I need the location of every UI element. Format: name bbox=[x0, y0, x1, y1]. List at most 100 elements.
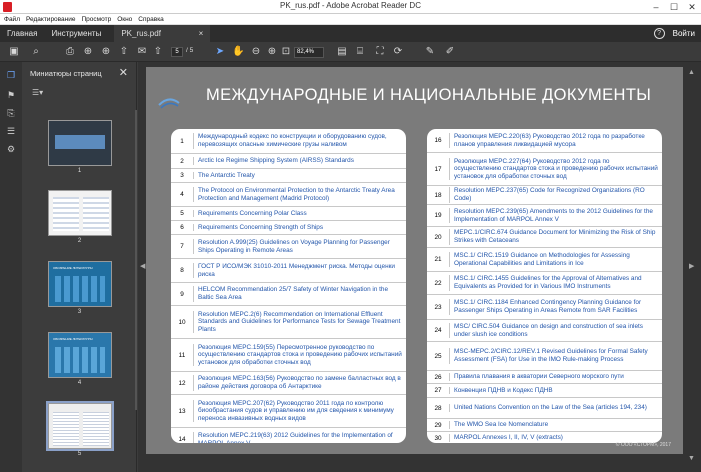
document-link[interactable]: MSC.1/ CIRC.1184 Enhanced Contingency Pl… bbox=[449, 299, 662, 315]
document-link[interactable]: MSC.1/ CIRC.1455 Guidelines for the Appr… bbox=[449, 275, 662, 291]
maximize-button[interactable]: ☐ bbox=[665, 0, 683, 14]
panel-close-icon[interactable]: ✕ bbox=[119, 66, 128, 79]
collapse-right-arrow-icon[interactable]: ▶ bbox=[689, 262, 694, 270]
document-row: 10 Resolution MEPC.2(6) Recommendation on… bbox=[171, 306, 406, 339]
document-link[interactable]: Resolution A.999(25) Guidelines on Voyag… bbox=[193, 238, 406, 255]
comment-icon[interactable]: ✎ bbox=[424, 46, 436, 58]
tab-close-icon[interactable]: × bbox=[199, 25, 204, 42]
next-page-icon[interactable]: ⊕ bbox=[100, 46, 112, 58]
document-link[interactable]: Резолюция MEPC.227(64) Руководство 2012 … bbox=[449, 157, 662, 181]
search-icon[interactable]: ⌕ bbox=[30, 46, 42, 58]
document-link[interactable]: The Antarctic Treaty bbox=[193, 171, 406, 180]
menu-edit[interactable]: Редактирование bbox=[26, 14, 76, 24]
document-link[interactable]: Конвенция ПДНВ и Кодекс ПДНВ bbox=[449, 386, 662, 395]
thumbnail-page-4[interactable]: ОБОЗРЕНИЕ ЛИТЕРАТУРЫ bbox=[48, 332, 112, 378]
document-link[interactable]: United Nations Convention on the Law of … bbox=[449, 404, 662, 412]
document-link[interactable]: MEPC.1/CIRC.674 Guidance Document for Mi… bbox=[449, 229, 662, 245]
prev-page-icon[interactable]: ⊕ bbox=[82, 46, 94, 58]
panel-title: Миниатюры страниц bbox=[30, 69, 102, 78]
scroll-down-arrow-icon[interactable]: ▼ bbox=[688, 455, 695, 462]
thumb-graphic bbox=[53, 197, 79, 231]
page-thumbnails-icon[interactable]: ❐ bbox=[6, 70, 16, 80]
document-link[interactable]: MARPOL Annexes I, II, IV, V (extracts) bbox=[449, 434, 662, 442]
close-window-button[interactable]: ✕ bbox=[683, 0, 701, 14]
document-row: 27 Конвенция ПДНВ и Кодекс ПДНВ bbox=[427, 384, 662, 398]
document-row: 1 Международный кодекс по конструкции и о… bbox=[171, 129, 406, 154]
structure-icon[interactable]: ⚙ bbox=[6, 144, 16, 154]
scroll-up-arrow-icon[interactable]: ▲ bbox=[688, 69, 695, 76]
document-link[interactable]: Requirements Concerning Polar Class bbox=[193, 209, 406, 218]
document-row: 23 MSC.1/ CIRC.1184 Enhanced Contingency … bbox=[427, 295, 662, 320]
thumbnail-page-1[interactable] bbox=[48, 120, 112, 166]
rotate-icon[interactable]: ⟳ bbox=[392, 46, 404, 58]
thumb-graphic bbox=[53, 412, 79, 446]
row-number: 9 bbox=[180, 290, 184, 298]
row-number: 27 bbox=[434, 387, 442, 394]
document-row: 14 Resolution MEPC.219(63) 2012 Guideline… bbox=[171, 428, 406, 443]
document-link[interactable]: MSC.1/ CIRC.1519 Guidance on Methodologi… bbox=[449, 251, 662, 268]
fit-page-icon[interactable]: ⊡ bbox=[280, 46, 292, 58]
document-link[interactable]: Правила плавания в акватории Северного м… bbox=[449, 373, 662, 381]
hand-tool-icon[interactable]: ✋ bbox=[232, 46, 244, 58]
document-link[interactable]: Резолюция MEPC.220(63) Руководство 2012 … bbox=[449, 132, 662, 149]
help-icon[interactable]: ? bbox=[653, 28, 665, 39]
full-screen-icon[interactable]: ⛶ bbox=[374, 46, 386, 58]
fit-width-icon[interactable]: ▤ bbox=[336, 46, 348, 58]
row-number: 4 bbox=[180, 191, 184, 198]
upload-icon[interactable]: ⇧ bbox=[118, 46, 130, 58]
document-link[interactable]: HELCOM Recommendation 25/7 Safety of Win… bbox=[193, 286, 406, 302]
page-number-input[interactable]: 5 bbox=[171, 47, 183, 57]
thumbnail-page-5[interactable] bbox=[46, 401, 114, 451]
mail-icon[interactable]: ✉ bbox=[136, 46, 148, 58]
save-icon[interactable]: ▣ bbox=[8, 46, 20, 58]
document-link[interactable]: ГОСТ Р ИСО/МЭК 31010-2011 Менеджмент рис… bbox=[193, 262, 406, 279]
options-menu-icon[interactable]: ☰▾ bbox=[32, 88, 46, 98]
menu-file[interactable]: Файл bbox=[4, 14, 20, 24]
select-cursor-icon[interactable]: ➤ bbox=[214, 46, 226, 58]
zoom-in-icon[interactable]: ⊕ bbox=[266, 46, 278, 58]
document-link[interactable]: MSC/ CIRC.504 Guidance on design and con… bbox=[449, 322, 662, 339]
minimize-button[interactable]: – bbox=[647, 0, 665, 14]
zoom-level-input[interactable]: 82,4% bbox=[294, 47, 324, 58]
tab-document[interactable]: PK_rus.pdf × bbox=[114, 25, 211, 42]
document-link[interactable]: Резолюция MEPC.159(55) Пересмотренное ру… bbox=[193, 343, 406, 367]
document-link[interactable]: Резолюция MEPC.163(56) Руководство по за… bbox=[193, 375, 406, 391]
menu-window[interactable]: Окно bbox=[117, 14, 132, 24]
scroll-mode-icon[interactable]: ⌸ bbox=[354, 46, 366, 58]
tab-tools[interactable]: Инструменты bbox=[44, 25, 108, 42]
document-link[interactable]: Requirements Concerning Strength of Ship… bbox=[193, 223, 406, 232]
thumb-number: 2 bbox=[77, 238, 82, 244]
document-row: 26 Правила плавания в акватории Северного… bbox=[427, 371, 662, 384]
attachments-icon[interactable]: ⎘ bbox=[6, 108, 16, 118]
previous-page-icon[interactable]: ⇧ bbox=[152, 46, 164, 58]
tab-home[interactable]: Главная bbox=[0, 25, 44, 42]
pen-icon[interactable]: ✐ bbox=[444, 46, 456, 58]
document-link[interactable]: Resolution MEPC.2(6) Recommendation on I… bbox=[193, 310, 406, 334]
document-link[interactable]: The WMO Sea Ice Nomenclature bbox=[449, 421, 662, 429]
document-link[interactable]: The Protocol on Environmental Protection… bbox=[193, 186, 406, 203]
document-link[interactable]: MSC-MEPC.2/CIRC.12/REV.1 Revised Guideli… bbox=[449, 348, 662, 364]
collapse-left-arrow-icon[interactable]: ◀ bbox=[140, 262, 145, 270]
document-row: 11 Резолюция MEPC.159(55) Пересмотренное … bbox=[171, 339, 406, 372]
tab-document-label: PK_rus.pdf bbox=[121, 29, 161, 38]
thumb-graphic bbox=[83, 412, 109, 446]
login-button[interactable]: Войти bbox=[673, 29, 695, 38]
layers-icon[interactable]: ☰ bbox=[6, 126, 16, 136]
row-number: 17 bbox=[434, 165, 442, 173]
panel-resize-handle[interactable] bbox=[135, 110, 137, 410]
document-link[interactable]: Резолюция MEPC.207(62) Руководство 2011 … bbox=[193, 399, 406, 423]
document-link[interactable]: Resolution MEPC.219(63) 2012 Guidelines … bbox=[193, 431, 406, 443]
zoom-out-icon[interactable]: ⊖ bbox=[250, 46, 262, 58]
bookmarks-icon[interactable]: ⚑ bbox=[6, 90, 16, 100]
document-link[interactable]: Arctic Ice Regime Shipping System (AIRSS… bbox=[193, 157, 406, 165]
thumb-graphic bbox=[55, 135, 105, 149]
document-link[interactable]: Resolution MEPC.239(65) Amendments to th… bbox=[449, 207, 662, 224]
thumbnail-page-2[interactable] bbox=[48, 190, 112, 236]
menu-view[interactable]: Просмотр bbox=[82, 14, 112, 24]
document-link[interactable]: Международный кодекс по конструкции и об… bbox=[193, 133, 406, 149]
print-icon[interactable]: ⎙ bbox=[64, 46, 76, 58]
thumbnail-page-3[interactable]: ОБОЗРЕНИЕ ЛИТЕРАТУРЫ bbox=[48, 261, 112, 307]
menu-help[interactable]: Справка bbox=[138, 14, 164, 24]
document-link[interactable]: Resolution MEPC.237(65) Code for Recogni… bbox=[449, 187, 662, 203]
document-row: 7 Resolution A.999(25) Guidelines on Voya… bbox=[171, 235, 406, 259]
